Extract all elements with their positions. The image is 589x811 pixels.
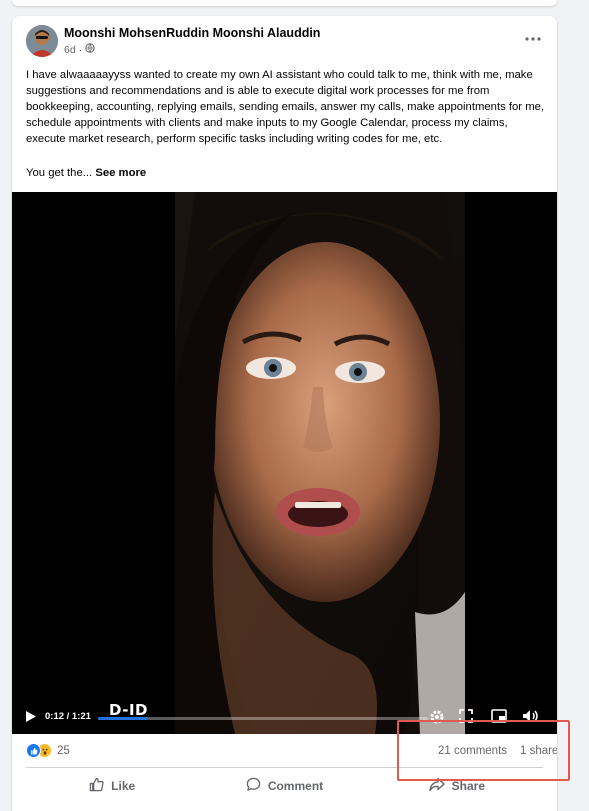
- like-label: Like: [111, 779, 136, 793]
- share-label: Share: [451, 779, 485, 793]
- thumbs-up-icon: [89, 777, 104, 795]
- video-watermark: D-ID: [109, 701, 148, 719]
- post-time[interactable]: 6d: [64, 44, 76, 56]
- like-button[interactable]: Like: [26, 773, 198, 799]
- more-options-icon[interactable]: [521, 30, 545, 48]
- post-text-truncated: You get the...: [26, 167, 93, 179]
- post-meta: 6d ·: [64, 43, 95, 56]
- reactions-count[interactable]: 25: [57, 745, 70, 757]
- author-name[interactable]: Moonshi MohsenRuddin Moonshi Alauddin: [64, 26, 320, 40]
- author-avatar[interactable]: [26, 25, 58, 57]
- annotation-highlight-box: [397, 720, 570, 781]
- play-icon[interactable]: [25, 710, 37, 728]
- video-player[interactable]: 0:12 / 1:21 D-ID: [12, 192, 557, 734]
- post-text: I have alwaaaaayyss wanted to create my …: [26, 69, 545, 145]
- globe-icon: [85, 43, 95, 56]
- post-text-tail: You get the... See more: [26, 167, 146, 179]
- comment-label: Comment: [267, 779, 324, 793]
- post-card: Moonshi MohsenRuddin Moonshi Alauddin 6d…: [12, 16, 557, 811]
- video-frame: [175, 192, 465, 734]
- comment-icon: [246, 777, 261, 795]
- comment-button[interactable]: Comment: [198, 773, 370, 799]
- see-more-link[interactable]: See more: [95, 167, 146, 179]
- previous-post-card: [12, 0, 557, 6]
- video-time: 0:12 / 1:21: [45, 711, 91, 722]
- like-icon[interactable]: [26, 743, 41, 758]
